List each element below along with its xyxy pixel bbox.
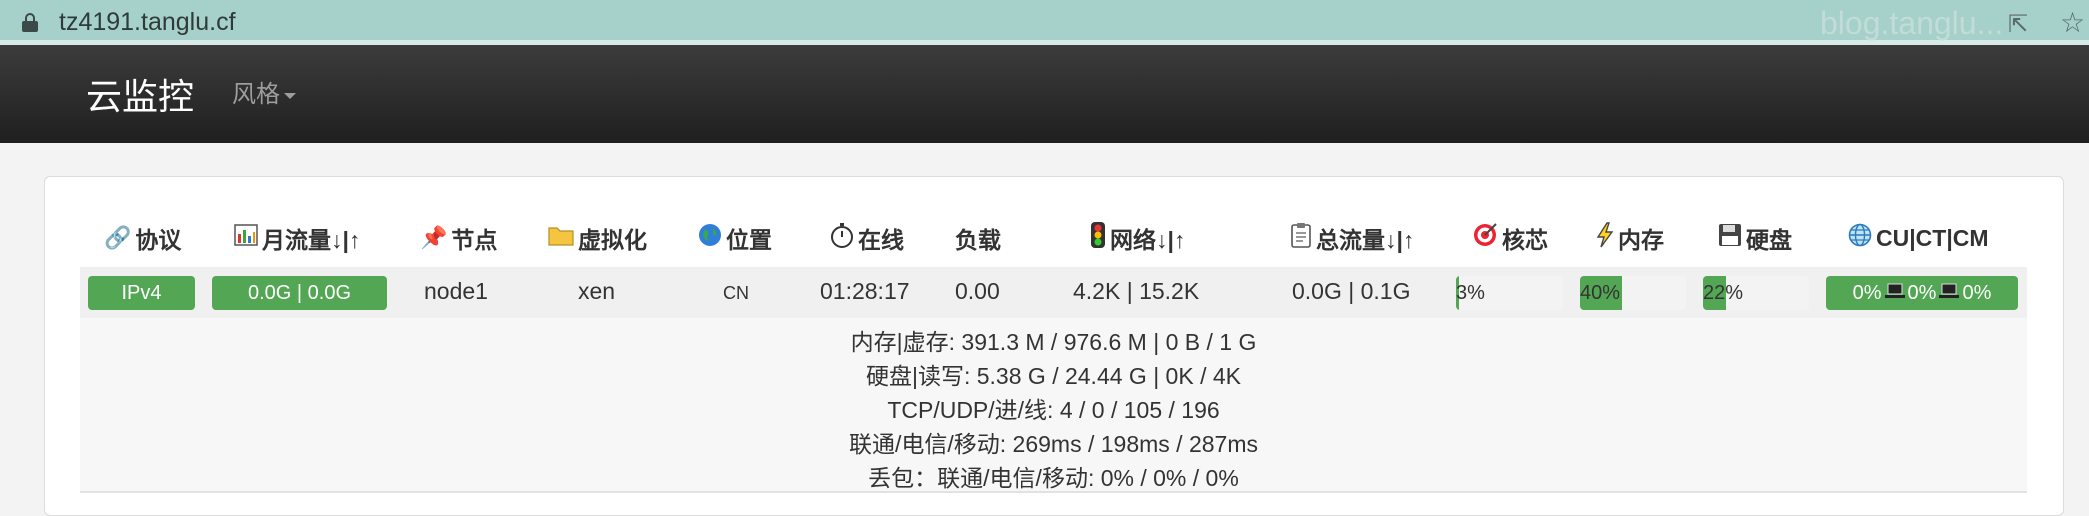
- caret-down-icon: [284, 92, 296, 99]
- header-uptime[interactable]: 在线: [830, 223, 904, 253]
- header-network[interactable]: 网络↓|↑: [1090, 221, 1185, 255]
- header-protocol[interactable]: 🔗 协议: [104, 223, 181, 253]
- row-detail-panel: 内存|虚存: 391.3 M / 976.6 M | 0 B / 1 G 硬盘|…: [80, 318, 2027, 493]
- header-total-traffic[interactable]: 总流量↓|↑: [1290, 223, 1414, 253]
- disk-progress-bar: 22%: [1703, 276, 1809, 310]
- lock-icon[interactable]: [22, 13, 38, 32]
- floppy-disk-icon: [1718, 223, 1742, 253]
- network-globe-icon: [1848, 223, 1872, 253]
- share-icon[interactable]: ⇱: [2008, 10, 2028, 39]
- target-icon: [1472, 222, 1498, 254]
- ping-loss-cu: 0%: [1852, 282, 1882, 304]
- header-cpu[interactable]: 核芯: [1472, 223, 1548, 253]
- bookmark-star-icon[interactable]: ☆: [2060, 6, 2085, 39]
- memory-progress-bar: 40%: [1580, 276, 1686, 310]
- clipboard-icon: [1290, 222, 1312, 254]
- folder-icon: [548, 224, 574, 252]
- laptop-icon: [1938, 276, 1960, 310]
- detail-memory: 内存|虚存: 391.3 M / 976.6 M | 0 B / 1 G: [850, 329, 1257, 355]
- header-memory[interactable]: 内存: [1596, 222, 1664, 254]
- traffic-light-icon: [1090, 221, 1106, 255]
- header-node[interactable]: 📌 节点: [420, 223, 497, 253]
- link-icon: 🔗: [104, 225, 132, 250]
- header-monthly-traffic[interactable]: 月流量↓|↑: [234, 223, 360, 253]
- header-location[interactable]: 位置: [698, 223, 772, 253]
- cpu-progress-bar: 3%: [1456, 276, 1563, 310]
- style-dropdown[interactable]: 风格: [232, 74, 296, 109]
- uptime-value: 01:28:17: [820, 278, 910, 304]
- cpu-progress-label: 3%: [1456, 282, 1485, 304]
- ping-loss-badge: 0% 0% 0%: [1826, 276, 2018, 310]
- header-load[interactable]: 负载: [955, 223, 1001, 253]
- ping-loss-ct: 0%: [1907, 282, 1937, 304]
- pushpin-icon: 📌: [420, 225, 448, 250]
- header-disk[interactable]: 硬盘: [1718, 223, 1792, 253]
- brand-title[interactable]: 云监控: [86, 68, 194, 120]
- header-virtualization[interactable]: 虚拟化: [548, 223, 647, 253]
- load-value: 0.00: [955, 278, 1000, 304]
- memory-progress-label: 40%: [1580, 282, 1621, 304]
- virtualization-value: xen: [578, 278, 616, 304]
- laptop-icon: [1884, 276, 1906, 310]
- disk-progress-label: 22%: [1703, 282, 1744, 304]
- address-bar[interactable]: tz4191.tanglu.cf blog.tanglu... ⇱ ☆: [0, 0, 2089, 45]
- bar-chart-icon: [234, 224, 258, 252]
- network-speed: 4.2K | 15.2K: [1073, 278, 1200, 304]
- url-text[interactable]: tz4191.tanglu.cf: [59, 8, 236, 37]
- detail-connections: TCP/UDP/进/线: 4 / 0 / 105 / 196: [887, 397, 1220, 423]
- stopwatch-icon: [830, 222, 854, 254]
- node-name: node1: [424, 278, 488, 304]
- detail-packet-loss: 丢包：联通/电信/移动: 0% / 0% / 0%: [868, 465, 1239, 491]
- location-flag: CN: [723, 283, 749, 303]
- ping-loss-cm: 0%: [1962, 282, 1992, 304]
- protocol-badge: IPv4: [88, 276, 195, 310]
- total-traffic-value: 0.0G | 0.1G: [1292, 278, 1411, 304]
- monthly-traffic-badge: 0.0G | 0.0G: [212, 276, 387, 310]
- style-dropdown-label: 风格: [232, 81, 280, 108]
- watermark: blog.tanglu...: [1820, 5, 2004, 41]
- header-ping[interactable]: CU|CT|CM: [1848, 223, 1989, 253]
- navbar: 云监控 风格: [0, 45, 2089, 143]
- lightning-icon: [1596, 222, 1614, 254]
- detail-latency: 联通/电信/移动: 269ms / 198ms / 287ms: [848, 431, 1258, 457]
- globe-icon: [698, 223, 722, 253]
- detail-disk: 硬盘|读写: 5.38 G / 24.44 G | 0K / 4K: [866, 363, 1241, 389]
